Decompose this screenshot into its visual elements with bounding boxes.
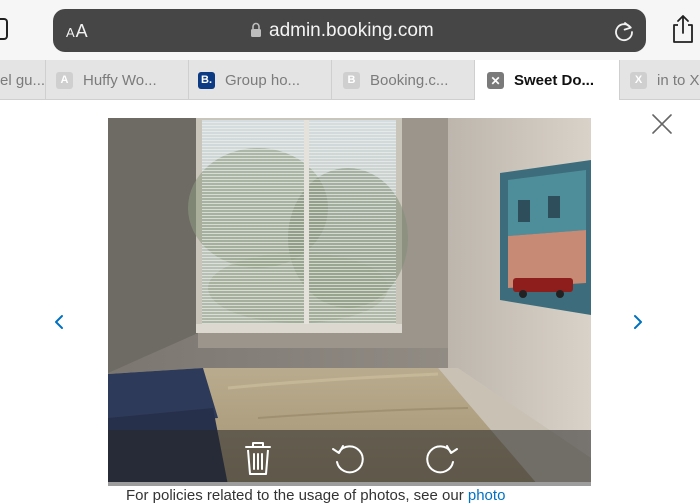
photo-action-bar — [108, 430, 591, 482]
trash-icon[interactable] — [238, 438, 278, 478]
tab-label: Booking.c... — [370, 71, 449, 89]
tab-close-icon[interactable]: ✕ — [487, 72, 504, 89]
tab-favicon-icon: X — [630, 71, 647, 89]
tab-favicon-icon: A — [56, 71, 73, 89]
tab-hotel-guide[interactable]: el gu... — [0, 60, 46, 100]
policy-text: For policies related to the usage of pho… — [126, 487, 468, 504]
tab-label: Sweet Do... — [514, 72, 595, 89]
sidebar-icon[interactable] — [0, 18, 8, 40]
text-size-large-label: A — [75, 21, 89, 41]
next-photo-arrow-icon[interactable] — [631, 313, 645, 331]
tab-sweet-do[interactable]: ✕ Sweet Do... — [475, 60, 620, 101]
photo-policy-link[interactable]: photo — [468, 487, 506, 504]
previous-photo-arrow-icon[interactable] — [52, 313, 66, 331]
tab-group-ho[interactable]: B. Group ho... — [189, 60, 332, 100]
tab-label: Huffy Wo... — [83, 71, 157, 89]
tab-strip: el gu... A Huffy Wo... B. Group ho... B … — [0, 60, 700, 101]
lock-icon — [251, 22, 261, 37]
tab-label: in to X — [657, 71, 700, 89]
booking-favicon-icon: B. — [198, 71, 215, 89]
tab-x[interactable]: X in to X — [620, 60, 700, 100]
close-icon[interactable] — [650, 112, 674, 136]
reload-icon[interactable] — [613, 20, 635, 42]
tab-label: Group ho... — [225, 71, 301, 89]
tab-booking-com[interactable]: B Booking.c... — [332, 60, 475, 100]
photo-policy-note: For policies related to the usage of pho… — [126, 487, 505, 504]
text-size-small-label: A — [66, 25, 76, 40]
photo-viewer: For policies related to the usage of pho… — [0, 100, 700, 504]
text-size-button[interactable]: AA — [66, 21, 89, 42]
tab-huffy[interactable]: A Huffy Wo... — [46, 60, 189, 100]
tab-label: el gu... — [0, 71, 46, 89]
rotate-right-icon[interactable] — [421, 438, 461, 478]
tab-favicon-icon: B — [343, 71, 360, 89]
share-icon[interactable] — [670, 14, 696, 44]
rotate-left-icon[interactable] — [329, 438, 369, 478]
url-text: admin.booking.com — [269, 20, 434, 41]
address-bar[interactable]: AA admin.booking.com — [53, 9, 646, 52]
browser-toolbar: AA admin.booking.com — [0, 0, 700, 60]
photo-scroll-indicator — [108, 482, 591, 486]
